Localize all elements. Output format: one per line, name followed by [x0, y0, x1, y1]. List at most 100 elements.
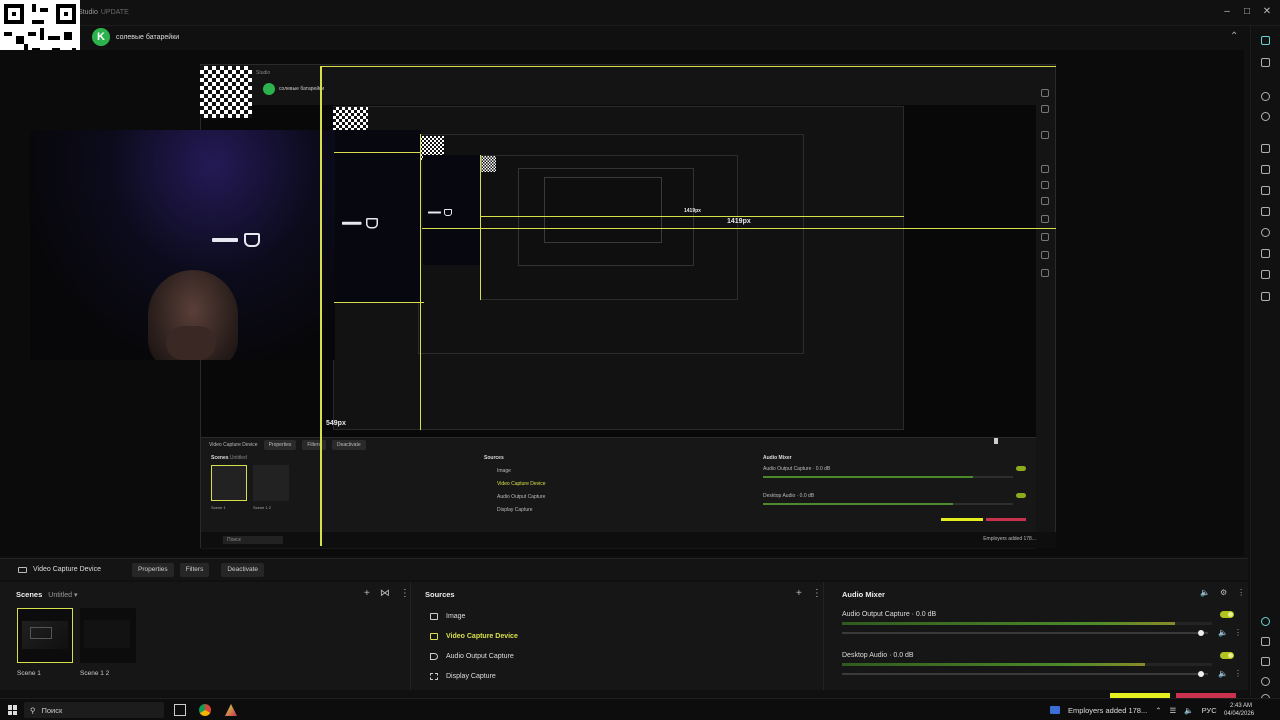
title-bar: Studio UPDATE – □ ✕ — [0, 0, 1280, 26]
nested-scenes-label: Scenes — [211, 455, 229, 461]
mixer-tools: 🔈 ⚙ ⋮ — [1200, 588, 1245, 597]
channel-label: Desktop Audio · 0.0 dB — [842, 652, 914, 659]
chevron-up-icon[interactable]: ⌃ — [1230, 31, 1238, 42]
guide-horizontal-inner — [480, 216, 904, 217]
nested-scene-thumb-2 — [253, 465, 289, 501]
tools-icon[interactable] — [1257, 245, 1273, 261]
source-item[interactable]: Audio Output Capture — [430, 653, 514, 660]
minimize-icon[interactable]: – — [1220, 4, 1234, 18]
nested-qr-code — [480, 156, 496, 172]
nested-sidebar-icon — [1041, 269, 1049, 277]
lamp-bar — [342, 221, 362, 225]
windows-start-icon[interactable] — [8, 705, 18, 715]
os-taskbar: ⚲ Поиск Employers added 178... ⌃ ☰ 🔈 РУС… — [0, 698, 1280, 720]
info-icon[interactable] — [1257, 653, 1273, 669]
battery-icon[interactable] — [1257, 288, 1273, 304]
search-icon: ⚲ — [30, 705, 36, 715]
streaming-app-icon[interactable] — [225, 704, 237, 716]
camera-icon[interactable] — [1257, 140, 1273, 156]
nested-chan2: Desktop Audio · 0.0 dB — [763, 493, 815, 499]
scene-thumbnail[interactable] — [17, 608, 73, 663]
channel-more-icon[interactable]: ⋮ — [1234, 669, 1242, 678]
close-icon[interactable]: ✕ — [1260, 4, 1274, 18]
scene-thumbnail[interactable] — [80, 608, 136, 663]
webcam-feed[interactable] — [30, 130, 335, 360]
channel-more-icon[interactable]: ⋮ — [1234, 628, 1242, 637]
volume-knob[interactable] — [1198, 630, 1205, 636]
network-icon[interactable]: ☰ — [1170, 706, 1177, 715]
add-source-icon[interactable]: + — [796, 588, 802, 599]
heart-icon[interactable] — [1257, 224, 1273, 240]
guide-height-label: 549px — [326, 420, 346, 427]
channel-toggle[interactable] — [1220, 652, 1234, 659]
camera-icon — [430, 633, 438, 640]
recursive-frame-6 — [544, 177, 662, 243]
source-item[interactable]: Image — [430, 613, 465, 620]
replay-icon[interactable] — [1257, 161, 1273, 177]
studio-mode-icon[interactable] — [1257, 32, 1273, 48]
chrome-icon[interactable] — [199, 704, 211, 716]
clock[interactable]: 2:43 AM 04/04/2026 — [1224, 702, 1254, 718]
nested-toggle-1 — [1016, 466, 1026, 471]
help-chat-icon[interactable] — [1257, 613, 1273, 629]
music-icon[interactable] — [1257, 266, 1273, 282]
mixer-settings-icon[interactable]: ⚙ — [1220, 588, 1227, 597]
speaker-icon[interactable]: 🔈 — [1218, 628, 1228, 637]
nested-sidebar-icon — [1041, 131, 1049, 139]
guide-vertical-inner — [420, 134, 421, 430]
scene-label: Scene 1 2 — [80, 670, 110, 677]
nested-sidebar-icon — [1041, 251, 1049, 259]
scenes-more-icon[interactable]: ⋮ — [400, 588, 410, 599]
webcam-feed-copy — [335, 130, 421, 302]
layout-icon[interactable] — [1257, 54, 1273, 70]
volume-meter — [842, 622, 1212, 625]
nested-src-audio: Audio Output Capture — [497, 494, 546, 500]
notification-icon[interactable] — [1050, 706, 1060, 714]
taskbar-search[interactable]: ⚲ Поиск — [24, 702, 164, 718]
question-icon[interactable] — [1257, 673, 1273, 689]
mute-all-icon[interactable]: 🔈 — [1200, 588, 1210, 597]
maximize-icon[interactable]: □ — [1240, 4, 1254, 18]
language-indicator[interactable]: РУС — [1202, 706, 1217, 715]
transition-icon[interactable]: ⋈ — [380, 588, 390, 599]
mixer-more-icon[interactable]: ⋮ — [1237, 588, 1245, 597]
nested-sidebar — [1035, 75, 1055, 545]
chevron-up-icon[interactable]: ⌃ — [1155, 706, 1161, 715]
sources-more-icon[interactable]: ⋮ — [812, 588, 822, 599]
task-view-icon[interactable] — [174, 704, 186, 716]
filters-button[interactable]: Filters — [179, 562, 210, 577]
source-item[interactable]: Video Capture Device — [430, 633, 518, 640]
nested-src-image: Image — [497, 468, 511, 474]
scene-collection-dropdown[interactable]: Untitled ▾ — [48, 591, 77, 599]
update-badge[interactable]: UPDATE — [101, 9, 129, 16]
scenes-header: Scenes Untitled ▾ — [16, 590, 77, 599]
nested-src-video: Video Capture Device — [497, 481, 546, 487]
taskbar-search-placeholder: Поиск — [41, 705, 63, 715]
scenes-icon[interactable] — [1257, 182, 1273, 198]
mixer-header: Audio Mixer — [842, 590, 885, 599]
nested-sidebar-icon — [1041, 165, 1049, 173]
nested-sidebar-icon — [1041, 197, 1049, 205]
speaker-icon[interactable]: 🔈 — [1218, 669, 1228, 678]
stats-icon[interactable] — [1257, 633, 1273, 649]
volume-knob[interactable] — [1198, 671, 1205, 677]
channel-toggle[interactable] — [1220, 611, 1234, 618]
themes-icon[interactable] — [1257, 203, 1273, 219]
profile-switcher[interactable]: K солевые батарейки — [92, 27, 179, 47]
notification-text[interactable]: Employers added 178... — [1068, 706, 1147, 715]
nested-sidebar-icon — [1041, 215, 1049, 223]
notification-icon[interactable] — [1257, 108, 1273, 124]
volume-icon[interactable]: 🔈 — [1184, 706, 1193, 715]
guide-top — [320, 66, 1056, 67]
deactivate-button[interactable]: Deactivate — [221, 562, 265, 577]
nested-sidebar-icon — [1041, 105, 1049, 113]
chat-icon[interactable] — [1257, 88, 1273, 104]
guide-width-label: 1419px — [727, 218, 751, 225]
display-icon — [430, 673, 438, 680]
source-item[interactable]: Display Capture — [430, 673, 496, 680]
add-scene-icon[interactable]: + — [364, 588, 370, 599]
properties-button[interactable]: Properties — [132, 562, 174, 577]
volume-slider[interactable] — [842, 671, 1208, 677]
guide-vertical-3 — [480, 155, 481, 300]
volume-slider[interactable] — [842, 630, 1208, 636]
